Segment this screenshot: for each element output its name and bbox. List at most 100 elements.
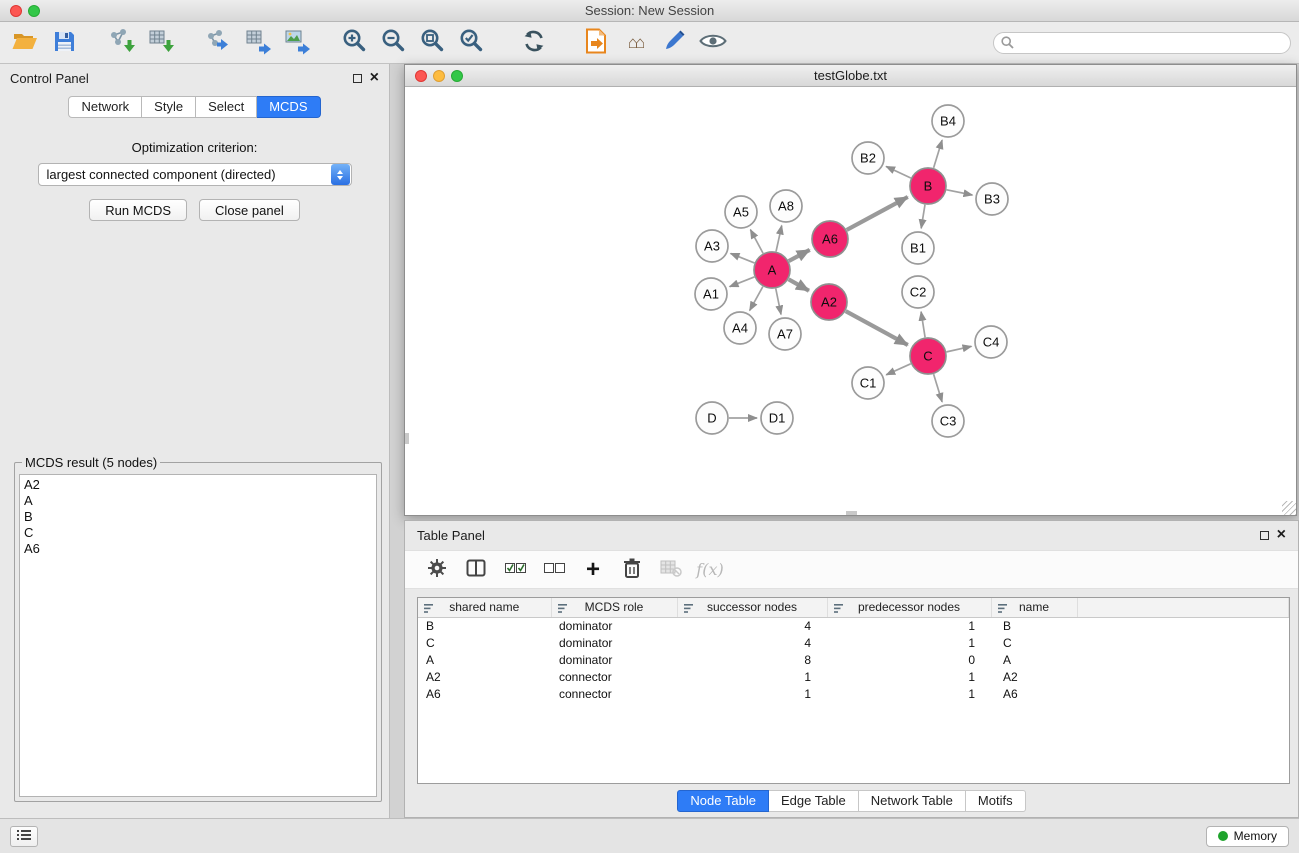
graph-node-A7[interactable]: A7 xyxy=(769,318,801,350)
save-session-button[interactable] xyxy=(47,26,81,60)
graph-node-B1[interactable]: B1 xyxy=(902,232,934,264)
zoom-in-button[interactable] xyxy=(338,26,372,60)
delete-column-button[interactable] xyxy=(620,558,644,582)
graph-node-C1[interactable]: C1 xyxy=(852,367,884,399)
result-item[interactable]: A xyxy=(24,493,372,509)
task-history-button[interactable] xyxy=(10,826,38,847)
graph-node-D[interactable]: D xyxy=(696,402,728,434)
close-network-window-button[interactable] xyxy=(415,70,427,82)
close-window-button[interactable] xyxy=(10,5,22,17)
close-panel-button[interactable]: Close panel xyxy=(199,199,300,221)
vertical-scroll-indicator[interactable] xyxy=(405,433,409,444)
graph-node-A4[interactable]: A4 xyxy=(724,312,756,344)
graph-node-C2[interactable]: C2 xyxy=(902,276,934,308)
graph-node-B2[interactable]: B2 xyxy=(852,142,884,174)
table-panel-float-icon[interactable] xyxy=(1260,531,1269,540)
column-header-mcds-role[interactable]: MCDS role xyxy=(551,598,677,617)
delete-table-button[interactable] xyxy=(659,558,683,582)
import-table-button[interactable] xyxy=(144,26,178,60)
zoom-selected-button[interactable] xyxy=(455,26,489,60)
result-item[interactable]: A2 xyxy=(24,477,372,493)
show-columns-button[interactable] xyxy=(464,558,488,582)
graph-node-C4[interactable]: C4 xyxy=(975,326,1007,358)
column-header-shared-name[interactable]: shared name xyxy=(418,598,551,617)
graph-node-A2[interactable]: A2 xyxy=(811,284,847,320)
import-network-button[interactable] xyxy=(105,26,139,60)
graph-edge-B-B3[interactable] xyxy=(947,190,973,195)
tab-edge-table[interactable]: Edge Table xyxy=(769,790,859,812)
graph-edge-C-C4[interactable] xyxy=(947,346,972,352)
zoom-network-window-button[interactable] xyxy=(451,70,463,82)
graph-edge-B-B1[interactable] xyxy=(921,205,925,228)
tab-network-table[interactable]: Network Table xyxy=(859,790,966,812)
graph-node-C3[interactable]: C3 xyxy=(932,405,964,437)
table-row[interactable]: A6connector11A6 xyxy=(418,685,1289,702)
column-header-successor-nodes[interactable]: successor nodes xyxy=(677,598,827,617)
graph-edge-A-A6[interactable] xyxy=(789,250,810,261)
home-networks-button[interactable]: ⌂⌂ xyxy=(618,26,652,60)
annotation-pen-button[interactable] xyxy=(657,26,691,60)
tab-network[interactable]: Network xyxy=(68,96,142,118)
resize-grip[interactable] xyxy=(1282,501,1296,515)
horizontal-scroll-indicator[interactable] xyxy=(846,511,857,515)
graph-edge-A-A8[interactable] xyxy=(776,226,782,252)
open-session-button[interactable] xyxy=(8,26,42,60)
control-panel-close-icon[interactable]: × xyxy=(370,70,379,86)
graph-edge-A-A5[interactable] xyxy=(750,230,763,254)
graph-node-A[interactable]: A xyxy=(754,252,790,288)
graph-edge-A2-C[interactable] xyxy=(846,311,908,345)
graph-edge-A-A7[interactable] xyxy=(776,289,781,315)
table-panel-close-icon[interactable]: × xyxy=(1277,527,1286,543)
result-item[interactable]: A6 xyxy=(24,541,372,557)
tab-select[interactable]: Select xyxy=(196,96,257,118)
network-canvas[interactable]: B4B2BB3A5A8A6B1A3AC2A1A2A4A7C4CC1C3DD1 xyxy=(405,87,1296,515)
deselect-all-columns-button[interactable] xyxy=(542,558,566,582)
graph-edge-B-B2[interactable] xyxy=(886,166,911,178)
zoom-window-button[interactable] xyxy=(28,5,40,17)
export-network-button[interactable] xyxy=(202,26,236,60)
column-header-name[interactable]: name xyxy=(991,598,1077,617)
graph-node-B3[interactable]: B3 xyxy=(976,183,1008,215)
column-header-predecessor-nodes[interactable]: predecessor nodes xyxy=(827,598,991,617)
graph-edge-A-A2[interactable] xyxy=(789,279,809,290)
export-table-button[interactable] xyxy=(241,26,275,60)
tab-style[interactable]: Style xyxy=(142,96,196,118)
graph-edge-C-C2[interactable] xyxy=(921,312,925,337)
graph-edge-B-B4[interactable] xyxy=(934,140,943,168)
table-row[interactable]: Bdominator41B xyxy=(418,617,1289,634)
table-row[interactable]: Adominator80A xyxy=(418,651,1289,668)
zoom-out-button[interactable] xyxy=(377,26,411,60)
open-document-button[interactable] xyxy=(579,26,613,60)
graph-node-A3[interactable]: A3 xyxy=(696,230,728,262)
zoom-fit-button[interactable] xyxy=(416,26,450,60)
graph-node-D1[interactable]: D1 xyxy=(761,402,793,434)
search-input[interactable] xyxy=(1018,35,1290,50)
memory-button[interactable]: Memory xyxy=(1206,826,1289,847)
create-column-button[interactable]: + xyxy=(581,558,605,582)
mcds-result-list[interactable]: A2 A B C A6 xyxy=(19,474,377,797)
apply-layout-button[interactable] xyxy=(517,26,551,60)
result-item[interactable]: B xyxy=(24,509,372,525)
graph-edge-A-A1[interactable] xyxy=(730,277,755,287)
tab-node-table[interactable]: Node Table xyxy=(677,790,769,812)
graph-node-B4[interactable]: B4 xyxy=(932,105,964,137)
control-panel-float-icon[interactable] xyxy=(353,74,362,83)
graph-node-B[interactable]: B xyxy=(910,168,946,204)
minimize-network-window-button[interactable] xyxy=(433,70,445,82)
select-all-columns-button[interactable] xyxy=(503,558,527,582)
table-row[interactable]: Cdominator41C xyxy=(418,634,1289,651)
graph-edge-A-A3[interactable] xyxy=(731,253,755,263)
graph-edge-C-C3[interactable] xyxy=(934,374,943,402)
graph-node-A1[interactable]: A1 xyxy=(695,278,727,310)
graph-node-A6[interactable]: A6 xyxy=(812,221,848,257)
table-row[interactable]: A2connector11A2 xyxy=(418,668,1289,685)
graph-node-A5[interactable]: A5 xyxy=(725,196,757,228)
graph-edge-A6-B[interactable] xyxy=(847,197,908,230)
toggle-details-button[interactable] xyxy=(696,26,730,60)
table-settings-button[interactable] xyxy=(425,558,449,582)
run-mcds-button[interactable]: Run MCDS xyxy=(89,199,187,221)
criterion-dropdown[interactable]: largest connected component (directed) xyxy=(38,163,352,186)
graph-edge-A-A4[interactable] xyxy=(750,287,763,311)
graph-edge-C-C1[interactable] xyxy=(886,364,910,375)
tab-mcds[interactable]: MCDS xyxy=(257,96,320,118)
